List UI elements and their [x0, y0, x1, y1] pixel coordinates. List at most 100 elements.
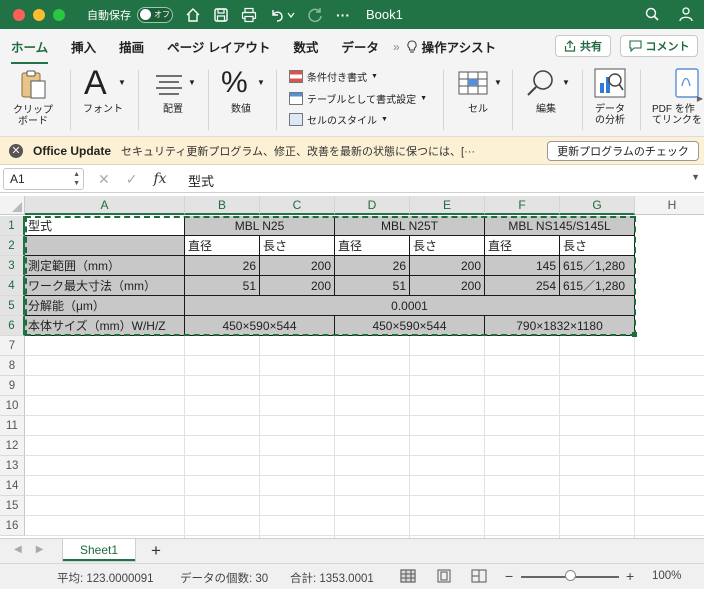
more-tabs-button[interactable]: »	[393, 40, 400, 54]
sheet-tab-sheet1[interactable]: Sheet1	[62, 539, 136, 562]
cell-b1-c1-merged[interactable]: MBL N25	[185, 216, 335, 236]
cell-e4[interactable]: 200	[410, 276, 485, 296]
add-sheet-button[interactable]: +	[151, 541, 161, 561]
row-header[interactable]: 11	[0, 416, 25, 436]
tab-insert[interactable]: 挿入	[71, 37, 96, 56]
minimize-window-button[interactable]	[33, 8, 45, 21]
column-header-d[interactable]: D	[335, 196, 410, 215]
tab-formulas[interactable]: 数式	[293, 37, 318, 56]
cell-b5-g5-merged[interactable]: 0.0001	[185, 296, 635, 316]
save-icon[interactable]	[213, 7, 229, 23]
zoom-out-button[interactable]: −	[505, 568, 513, 584]
row-header[interactable]: 16	[0, 516, 25, 536]
cell-d2[interactable]: 直径	[335, 236, 410, 256]
cell-d6-e6-merged[interactable]: 450×590×544	[335, 316, 485, 336]
row-header[interactable]: 4	[0, 276, 25, 296]
column-header-c[interactable]: C	[260, 196, 335, 215]
cell-a1[interactable]: 型式	[25, 216, 185, 236]
expand-formula-icon[interactable]: ▼	[691, 172, 700, 182]
normal-view-icon[interactable]	[400, 569, 416, 583]
cell-f3[interactable]: 145	[485, 256, 560, 276]
row-header[interactable]: 2	[0, 236, 25, 256]
cancel-icon[interactable]: ✕	[98, 171, 110, 188]
close-window-button[interactable]	[13, 8, 25, 21]
row-header[interactable]: 13	[0, 456, 25, 476]
more-icon[interactable]: ···	[335, 7, 351, 23]
column-header-f[interactable]: F	[485, 196, 560, 215]
account-icon[interactable]	[678, 6, 694, 22]
cell-e2[interactable]: 長さ	[410, 236, 485, 256]
cell-g2[interactable]: 長さ	[560, 236, 635, 256]
cell-b3[interactable]: 26	[185, 256, 260, 276]
tab-data[interactable]: データ	[341, 37, 379, 56]
column-header-h[interactable]: H	[635, 196, 704, 215]
column-header-a[interactable]: A	[25, 196, 185, 215]
cell-b2[interactable]: 直径	[185, 236, 260, 256]
name-box[interactable]: A1 ▲ ▼	[3, 168, 84, 190]
cell-f6-g6-merged[interactable]: 790×1832×1180	[485, 316, 635, 336]
cell-f4[interactable]: 254	[485, 276, 560, 296]
insert-function-icon[interactable]: fx	[153, 171, 166, 188]
print-icon[interactable]	[241, 7, 257, 23]
name-box-spinner[interactable]: ▲ ▼	[73, 170, 80, 188]
row-header[interactable]: 1	[0, 216, 25, 236]
cell-c4[interactable]: 200	[260, 276, 335, 296]
row-header[interactable]: 12	[0, 436, 25, 456]
close-icon[interactable]: ✕	[9, 143, 23, 158]
zoom-window-button[interactable]	[53, 8, 65, 21]
editing-group[interactable]: ▼ 編集	[520, 64, 572, 137]
tell-me-search[interactable]: 操作アシスト	[406, 37, 496, 56]
cell-a3[interactable]: 測定範囲（mm）	[25, 256, 185, 276]
empty-cells-area[interactable]	[25, 336, 704, 538]
cell-b6-c6-merged[interactable]: 450×590×544	[185, 316, 335, 336]
autosave-toggle[interactable]: オフ	[137, 6, 173, 23]
row-header[interactable]: 10	[0, 396, 25, 416]
alignment-group[interactable]: ▼ 配置	[148, 64, 198, 137]
row-header[interactable]: 15	[0, 496, 25, 516]
enter-icon[interactable]: ✓	[126, 171, 138, 188]
cell-a6[interactable]: 本体サイズ（mm）W/H/Z	[25, 316, 185, 336]
analyze-data-group[interactable]: データ の分析	[588, 64, 632, 137]
row-header[interactable]: 9	[0, 376, 25, 396]
row-header[interactable]: 3	[0, 256, 25, 276]
font-group[interactable]: A ▼ フォント	[78, 64, 128, 137]
cell-c3[interactable]: 200	[260, 256, 335, 276]
cell-a4[interactable]: ワーク最大寸法（mm）	[25, 276, 185, 296]
format-as-table-button[interactable]: テーブルとして書式設定 ▼	[289, 91, 427, 106]
tab-draw[interactable]: 描画	[119, 37, 144, 56]
comment-button[interactable]: コメント	[620, 35, 698, 57]
conditional-formatting-button[interactable]: 条件付き書式 ▼	[289, 69, 378, 84]
column-header-g[interactable]: G	[560, 196, 635, 215]
row-header[interactable]: 14	[0, 476, 25, 496]
cell-styles-button[interactable]: セルのスタイル ▼	[289, 112, 388, 127]
check-updates-button[interactable]: 更新プログラムのチェック	[547, 141, 699, 161]
ribbon-scroll-right-icon[interactable]: ▶	[697, 94, 703, 103]
undo-icon[interactable]	[269, 7, 285, 23]
cell-e3[interactable]: 200	[410, 256, 485, 276]
row-header[interactable]: 5	[0, 296, 25, 316]
row-header[interactable]: 6	[0, 316, 25, 336]
create-pdf-group[interactable]: PDF を作 てリンクを	[646, 64, 704, 137]
redo-icon[interactable]	[307, 7, 323, 23]
zoom-slider-knob[interactable]	[565, 570, 576, 581]
search-icon[interactable]	[644, 6, 660, 22]
next-sheet-icon[interactable]: ▶	[36, 544, 44, 555]
cell-g4[interactable]: 615／1,280	[560, 276, 635, 296]
tab-page-layout[interactable]: ページ レイアウト	[167, 37, 270, 56]
formula-input[interactable]: 型式	[188, 171, 214, 190]
cell-g3[interactable]: 615／1,280	[560, 256, 635, 276]
cell-c2[interactable]: 長さ	[260, 236, 335, 256]
cell-d4[interactable]: 51	[335, 276, 410, 296]
cell-b4[interactable]: 51	[185, 276, 260, 296]
cells-group[interactable]: ▼ セル	[452, 64, 504, 137]
tab-home[interactable]: ホーム	[11, 37, 49, 65]
row-header[interactable]: 8	[0, 356, 25, 376]
cell-f1-g1-merged[interactable]: MBL NS145/S145L	[485, 216, 635, 236]
prev-sheet-icon[interactable]: ◀	[14, 544, 22, 555]
home-icon[interactable]	[185, 7, 201, 23]
clipboard-group[interactable]: クリップ ボード	[8, 64, 58, 137]
page-layout-view-icon[interactable]	[436, 569, 452, 583]
row-header[interactable]: 7	[0, 336, 25, 356]
cell-a5[interactable]: 分解能（μm）	[25, 296, 185, 316]
cell-d3[interactable]: 26	[335, 256, 410, 276]
